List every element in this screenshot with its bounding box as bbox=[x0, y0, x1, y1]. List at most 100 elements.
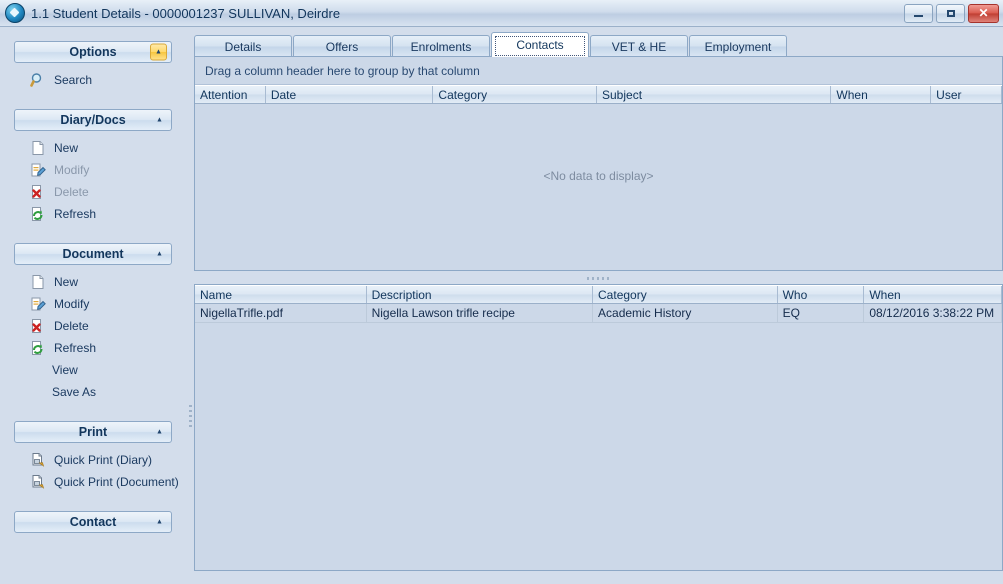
modify-pencil-icon bbox=[30, 162, 46, 178]
column-header-description[interactable]: Description bbox=[367, 286, 593, 303]
panel-header-diary-docs[interactable]: Diary/Docs▲ bbox=[14, 109, 172, 131]
panel-header-contact[interactable]: Contact ▲ bbox=[14, 511, 172, 533]
sidebar-item-label: Delete bbox=[54, 185, 89, 199]
window-title: 1.1 Student Details - 0000001237 SULLIVA… bbox=[31, 6, 340, 21]
search-icon bbox=[30, 72, 46, 88]
column-header-category[interactable]: Category bbox=[593, 286, 778, 303]
sidebar-item-label: Save As bbox=[52, 385, 96, 399]
sidebar-item-new[interactable]: New bbox=[0, 137, 186, 159]
sidebar-panel-diary-docs: Diary/Docs▲ New Modify Delete Refresh bbox=[0, 109, 186, 225]
sidebar-item-refresh[interactable]: Refresh bbox=[0, 203, 186, 225]
chevron-up-icon[interactable]: ▲ bbox=[152, 425, 167, 440]
tab-details[interactable]: Details bbox=[194, 35, 292, 57]
new-document-icon bbox=[30, 274, 46, 290]
group-by-hint: Drag a column header here to group by th… bbox=[205, 64, 480, 78]
sidebar-item-quick-print-diary[interactable]: Quick Print (Diary) bbox=[0, 449, 186, 471]
column-header-label: Category bbox=[438, 88, 487, 102]
sidebar-item-new[interactable]: New bbox=[0, 271, 186, 293]
contacts-grid: Drag a column header here to group by th… bbox=[194, 56, 1003, 271]
column-header-label: Description bbox=[372, 288, 432, 302]
sidebar-item-view[interactable]: View bbox=[0, 359, 186, 381]
chevron-up-icon[interactable]: ▲ bbox=[152, 247, 167, 262]
column-header-who[interactable]: Who bbox=[778, 286, 865, 303]
sidebar-item-refresh[interactable]: Refresh bbox=[0, 337, 186, 359]
sidebar-item-label: Modify bbox=[54, 297, 89, 311]
vertical-splitter[interactable] bbox=[186, 27, 194, 584]
column-header-name[interactable]: Name bbox=[195, 286, 367, 303]
column-header-label: Date bbox=[271, 88, 296, 102]
app-icon bbox=[5, 3, 25, 23]
window-title-bar: 1.1 Student Details - 0000001237 SULLIVA… bbox=[0, 0, 1003, 27]
sidebar-item-search[interactable]: Search bbox=[0, 69, 186, 91]
minimize-button[interactable] bbox=[904, 4, 933, 23]
window-controls: ✕ bbox=[904, 4, 999, 23]
sidebar-item-label: Modify bbox=[54, 163, 89, 177]
tab-vet-he[interactable]: VET & HE bbox=[590, 35, 688, 57]
tab-label: Details bbox=[225, 40, 262, 54]
column-header-label: Name bbox=[200, 288, 232, 302]
column-header-when[interactable]: When bbox=[864, 286, 1002, 303]
column-header-user[interactable]: User bbox=[931, 86, 1002, 103]
column-header-label: Attention bbox=[200, 88, 247, 102]
sidebar-item-modify[interactable]: Modify bbox=[0, 293, 186, 315]
panel-items: Search bbox=[0, 63, 186, 91]
column-header-when[interactable]: When bbox=[831, 86, 931, 103]
maximize-button[interactable] bbox=[936, 4, 965, 23]
group-by-drop-area[interactable]: Drag a column header here to group by th… bbox=[195, 57, 1002, 85]
refresh-icon bbox=[30, 340, 46, 356]
table-cell-category: Academic History bbox=[593, 304, 778, 322]
table-row[interactable]: NigellaTrifle.pdfNigella Lawson trifle r… bbox=[195, 304, 1002, 323]
tab-bar: Details Offers EnrolmentsContacts VET & HE E… bbox=[194, 32, 788, 57]
refresh-icon bbox=[30, 206, 46, 222]
sidebar: Options ▲ Search Diary/Docs▲ New Modify Delete… bbox=[0, 27, 186, 584]
sidebar-panel-document: Document▲ New Modify Delete RefreshView Save … bbox=[0, 243, 186, 403]
panel-header-options[interactable]: Options ▲ bbox=[14, 41, 172, 63]
tab-contacts[interactable]: Contacts bbox=[491, 32, 589, 57]
sidebar-item-modify: Modify bbox=[0, 159, 186, 181]
close-button[interactable]: ✕ bbox=[968, 4, 999, 23]
documents-grid: Name Description Category Who When NigellaTr… bbox=[194, 284, 1003, 571]
horizontal-splitter-grip bbox=[587, 277, 611, 280]
horizontal-splitter[interactable] bbox=[194, 273, 1003, 283]
sidebar-panel-contact: Contact ▲ bbox=[0, 511, 186, 533]
chevron-up-icon[interactable]: ▲ bbox=[150, 44, 167, 61]
panel-header-print[interactable]: Print ▲ bbox=[14, 421, 172, 443]
panel-items: New Modify Delete RefreshView Save As bbox=[0, 265, 186, 403]
chevron-up-icon[interactable]: ▲ bbox=[152, 113, 167, 128]
new-document-icon bbox=[30, 140, 46, 156]
main-content: Details Offers EnrolmentsContacts VET & HE E… bbox=[194, 27, 1003, 584]
sidebar-item-label: New bbox=[54, 275, 78, 289]
panel-title: Options bbox=[69, 45, 116, 59]
minimize-icon bbox=[905, 5, 932, 22]
panel-title: Contact bbox=[70, 515, 117, 529]
panel-items: Quick Print (Diary)Quick Print (Document… bbox=[0, 443, 186, 493]
column-header-subject[interactable]: Subject bbox=[597, 86, 831, 103]
column-header-label: When bbox=[836, 88, 867, 102]
table-cell-description: Nigella Lawson trifle recipe bbox=[367, 304, 593, 322]
column-header-date[interactable]: Date bbox=[266, 86, 434, 103]
tab-offers[interactable]: Offers bbox=[293, 35, 391, 57]
sidebar-item-quick-print-document[interactable]: Quick Print (Document) bbox=[0, 471, 186, 493]
sidebar-item-label: Delete bbox=[54, 319, 89, 333]
tab-employment[interactable]: Employment bbox=[689, 35, 787, 57]
panel-title: Print bbox=[79, 425, 107, 439]
panel-header-document[interactable]: Document▲ bbox=[14, 243, 172, 265]
modify-pencil-icon bbox=[30, 296, 46, 312]
tab-enrolments[interactable]: Enrolments bbox=[392, 35, 490, 57]
tab-label: Offers bbox=[326, 40, 358, 54]
quick-print-icon bbox=[30, 474, 46, 490]
quick-print-icon bbox=[30, 452, 46, 468]
column-header-category[interactable]: Category bbox=[433, 86, 597, 103]
restore-icon bbox=[937, 5, 964, 22]
chevron-up-icon[interactable]: ▲ bbox=[152, 515, 167, 530]
column-header-attention[interactable]: Attention bbox=[195, 86, 266, 103]
sidebar-item-delete[interactable]: Delete bbox=[0, 315, 186, 337]
column-header-label: Category bbox=[598, 288, 647, 302]
column-header-label: Who bbox=[783, 288, 808, 302]
sidebar-item-save-as[interactable]: Save As bbox=[0, 381, 186, 403]
contacts-grid-empty-message: <No data to display> bbox=[195, 169, 1002, 183]
sidebar-item-label: Search bbox=[54, 73, 92, 87]
delete-x-icon bbox=[30, 184, 46, 200]
close-icon: ✕ bbox=[969, 5, 998, 22]
tab-label: VET & HE bbox=[612, 40, 666, 54]
